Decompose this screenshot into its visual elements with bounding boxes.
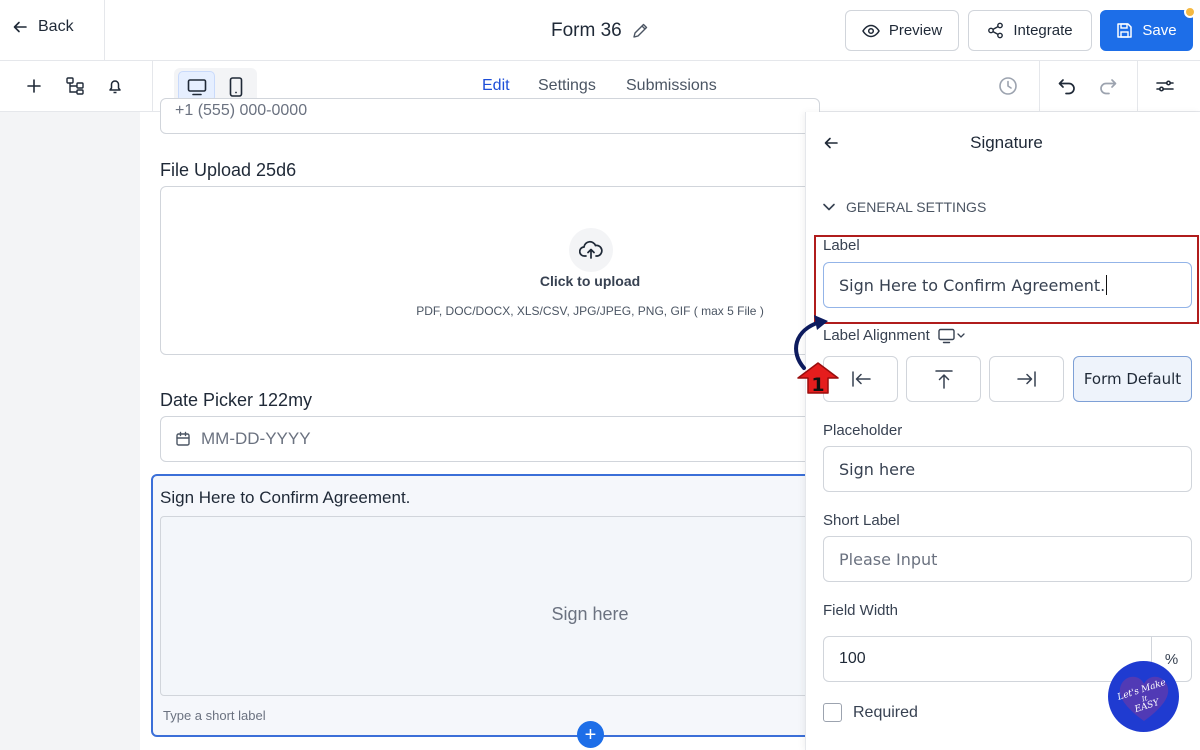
chevron-down-icon: [823, 203, 835, 211]
file-upload-label: File Upload 25d6: [160, 160, 297, 180]
required-toggle[interactable]: Required: [823, 703, 918, 722]
mobile-icon: [229, 76, 242, 97]
pencil-icon[interactable]: [631, 22, 649, 40]
file-upload-dropzone[interactable]: [160, 186, 820, 355]
label-setting-title: Label: [823, 237, 860, 254]
desktop-icon: [187, 78, 206, 95]
align-top-icon: [934, 370, 953, 389]
align-left-icon: [851, 371, 871, 387]
watermark-logo: Let's Make It EASY: [1108, 661, 1179, 732]
divider: [152, 61, 153, 112]
placeholder-input[interactable]: Sign here: [823, 446, 1192, 492]
back-button[interactable]: Back: [12, 18, 74, 36]
top-bar: Back Form 36 Preview Integrate Save: [0, 0, 1200, 61]
save-label: Save: [1142, 22, 1177, 39]
date-picker-input[interactable]: MM-DD-YYYY: [160, 416, 820, 462]
share-nodes-icon: [988, 22, 1004, 39]
phone-field[interactable]: +1 (555) 000-0000: [160, 98, 820, 134]
undo-icon: [1058, 79, 1075, 95]
label-alignment-title: Label Alignment: [823, 327, 930, 344]
align-right-icon: [1016, 371, 1036, 387]
panel-title: Signature: [970, 133, 1043, 152]
general-settings-toggle[interactable]: General Settings: [822, 199, 986, 215]
phone-placeholder: +1 (555) 000-0000: [175, 102, 308, 119]
annotation-step-number: 1: [811, 374, 824, 394]
plus-icon: [27, 79, 41, 93]
add-element-button[interactable]: [23, 75, 45, 97]
integrate-label: Integrate: [1013, 22, 1073, 39]
placeholder-input-value: Sign here: [839, 459, 916, 479]
tab-settings[interactable]: Settings: [538, 77, 596, 95]
label-input[interactable]: Sign Here to Confirm Agreement.: [823, 262, 1192, 308]
date-picker-label: Date Picker 122my: [160, 390, 313, 410]
add-field-button[interactable]: +: [577, 721, 604, 748]
align-right-button[interactable]: [989, 356, 1064, 402]
calendar-icon: [176, 431, 190, 446]
undo-button[interactable]: [1056, 75, 1078, 97]
short-label-placeholder: Please Input: [839, 549, 938, 569]
label-alignment-row: Label Alignment: [823, 327, 966, 344]
notification-dot: [1184, 6, 1196, 18]
save-button[interactable]: Save: [1100, 10, 1193, 51]
clock-history-icon: [999, 77, 1017, 95]
redo-button[interactable]: [1097, 75, 1119, 97]
adjustments-button[interactable]: [1154, 75, 1176, 97]
floppy-disk-icon: [1117, 23, 1133, 38]
short-label-hint: Type a short label: [163, 708, 266, 723]
align-form-default-button[interactable]: Form Default: [1073, 356, 1192, 402]
tab-edit[interactable]: Edit: [482, 77, 510, 95]
sitemap-icon: [66, 77, 84, 95]
align-top-button[interactable]: [906, 356, 981, 402]
divider: [1039, 61, 1040, 112]
preview-button[interactable]: Preview: [845, 10, 959, 51]
structure-button[interactable]: [64, 75, 86, 97]
desktop-icon[interactable]: [938, 328, 966, 344]
divider: [104, 0, 105, 61]
form-title[interactable]: Form 36: [551, 20, 622, 41]
general-settings-label: General Settings: [846, 199, 987, 215]
required-checkbox[interactable]: [823, 703, 842, 722]
date-placeholder: MM-DD-YYYY: [201, 429, 311, 448]
theme-button[interactable]: [104, 75, 126, 97]
arrow-left-icon: [13, 21, 27, 33]
short-label-setting-title: Short Label: [823, 512, 900, 529]
short-label-input[interactable]: Please Input: [823, 536, 1192, 582]
redo-icon: [1100, 79, 1117, 95]
upload-icon-circle: [569, 228, 613, 272]
back-label: Back: [38, 18, 74, 35]
cloud-upload-icon: [579, 240, 603, 259]
sliders-icon: [1156, 80, 1174, 92]
annotation-step-badge: 1: [797, 362, 839, 394]
bell-icon: [109, 80, 121, 94]
divider: [1137, 61, 1138, 112]
tab-submissions[interactable]: Submissions: [626, 77, 717, 95]
integrate-button[interactable]: Integrate: [968, 10, 1092, 51]
history-button[interactable]: [997, 75, 1019, 97]
label-input-value: Sign Here to Confirm Agreement.: [839, 275, 1106, 295]
text-caret: [1106, 275, 1108, 295]
field-width-value: 100: [839, 650, 866, 667]
heart-logo-icon: Let's Make It EASY: [1115, 676, 1168, 721]
placeholder-setting-title: Placeholder: [823, 422, 903, 439]
eye-icon: [861, 24, 880, 37]
required-label: Required: [853, 703, 918, 721]
signature-field-label: Sign Here to Confirm Agreement.: [160, 488, 411, 507]
preview-label: Preview: [888, 22, 943, 39]
field-width-setting-title: Field Width: [823, 602, 899, 619]
